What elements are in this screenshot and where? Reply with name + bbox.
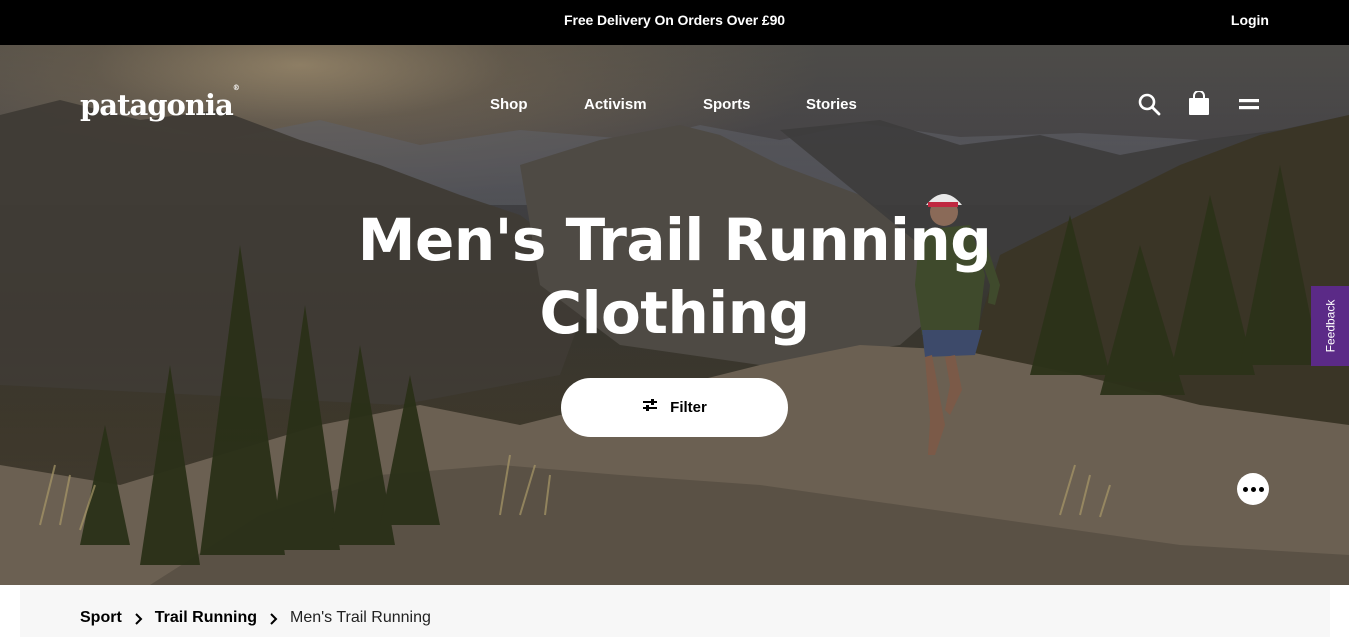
breadcrumb-row: Sport Trail Running Men's Trail Running — [80, 609, 431, 627]
breadcrumb-trail-running[interactable]: Trail Running — [155, 609, 257, 627]
dot-icon — [1258, 486, 1264, 492]
feedback-tab[interactable]: Feedback — [1311, 286, 1349, 366]
breadcrumb: Sport Trail Running Men's Trail Running — [0, 585, 1349, 637]
breadcrumb-current: Men's Trail Running — [290, 609, 431, 626]
more-options-button[interactable] — [1237, 473, 1269, 505]
login-link[interactable]: Login — [1231, 12, 1269, 28]
dot-icon — [1242, 486, 1248, 492]
search-icon[interactable] — [1137, 92, 1161, 116]
sliders-icon — [642, 398, 658, 417]
filter-button-label: Filter — [670, 399, 707, 416]
chevron-right-icon — [269, 612, 278, 625]
filter-button[interactable]: Filter — [561, 378, 788, 437]
shopping-bag-icon[interactable] — [1187, 90, 1211, 115]
feedback-label: Feedback — [1323, 299, 1338, 353]
nav-item-shop[interactable]: Shop — [490, 96, 528, 113]
page-title: Men's Trail Running Clothing — [0, 204, 1349, 350]
trademark-mark: ® — [232, 83, 240, 93]
dot-icon — [1250, 486, 1256, 492]
page-title-line-2: Clothing — [539, 279, 811, 347]
nav-item-sports[interactable]: Sports — [703, 96, 751, 113]
hero-banner: patagonia® Shop Activism Sports Stories … — [0, 45, 1349, 585]
promo-bar: Free Delivery On Orders Over £90 Login — [0, 0, 1349, 45]
page-title-line-1: Men's Trail Running — [357, 206, 992, 274]
chevron-right-icon — [134, 612, 143, 625]
promo-text: Free Delivery On Orders Over £90 — [564, 12, 785, 28]
nav-item-stories[interactable]: Stories — [806, 96, 857, 113]
menu-icon[interactable] — [1237, 93, 1261, 117]
breadcrumb-sport[interactable]: Sport — [80, 609, 122, 627]
nav-item-activism[interactable]: Activism — [584, 96, 647, 113]
